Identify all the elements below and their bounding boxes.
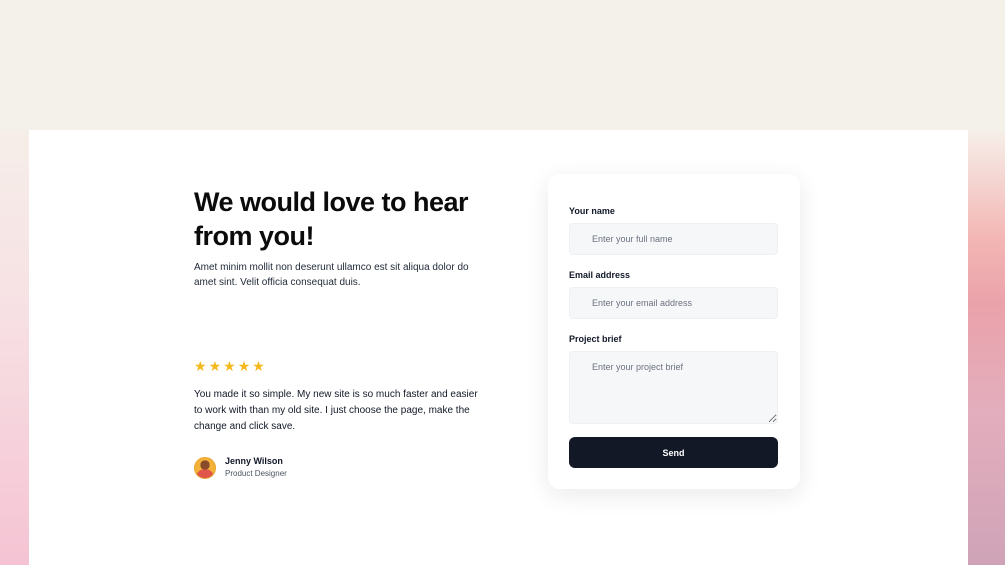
testimonial-quote: You made it so simple. My new site is so… [194, 389, 478, 432]
star-icon: ★ [252, 358, 265, 374]
star-icon: ★ [223, 358, 236, 374]
star-icon: ★ [237, 358, 251, 374]
star-icon: ★ [194, 358, 207, 374]
email-input[interactable] [569, 287, 778, 319]
contact-form: Your name Email address Project brief Se… [548, 174, 800, 489]
background-gradient-right [968, 130, 1005, 565]
name-input[interactable] [569, 223, 778, 255]
author-name: Jenny Wilson [225, 456, 283, 466]
send-button[interactable]: Send [569, 437, 778, 468]
contact-section: We would love to hear from you! Amet min… [29, 130, 968, 565]
project-brief-label: Project brief [569, 334, 622, 344]
name-label: Your name [569, 206, 615, 216]
star-icon: ★ [208, 358, 222, 374]
rating-stars: ★ ★ ★ ★ ★ [194, 359, 265, 373]
page-title: We would love to hear from you! [194, 187, 469, 251]
email-label: Email address [569, 270, 631, 280]
background-gradient-left [0, 130, 29, 565]
author-role: Product Designer [225, 469, 287, 478]
testimonial-author: Jenny Wilson Product Designer [194, 455, 287, 480]
project-brief-textarea[interactable] [569, 351, 778, 424]
avatar [194, 456, 216, 479]
page-description: Amet minim mollit non deserunt ullamco e… [194, 262, 469, 288]
